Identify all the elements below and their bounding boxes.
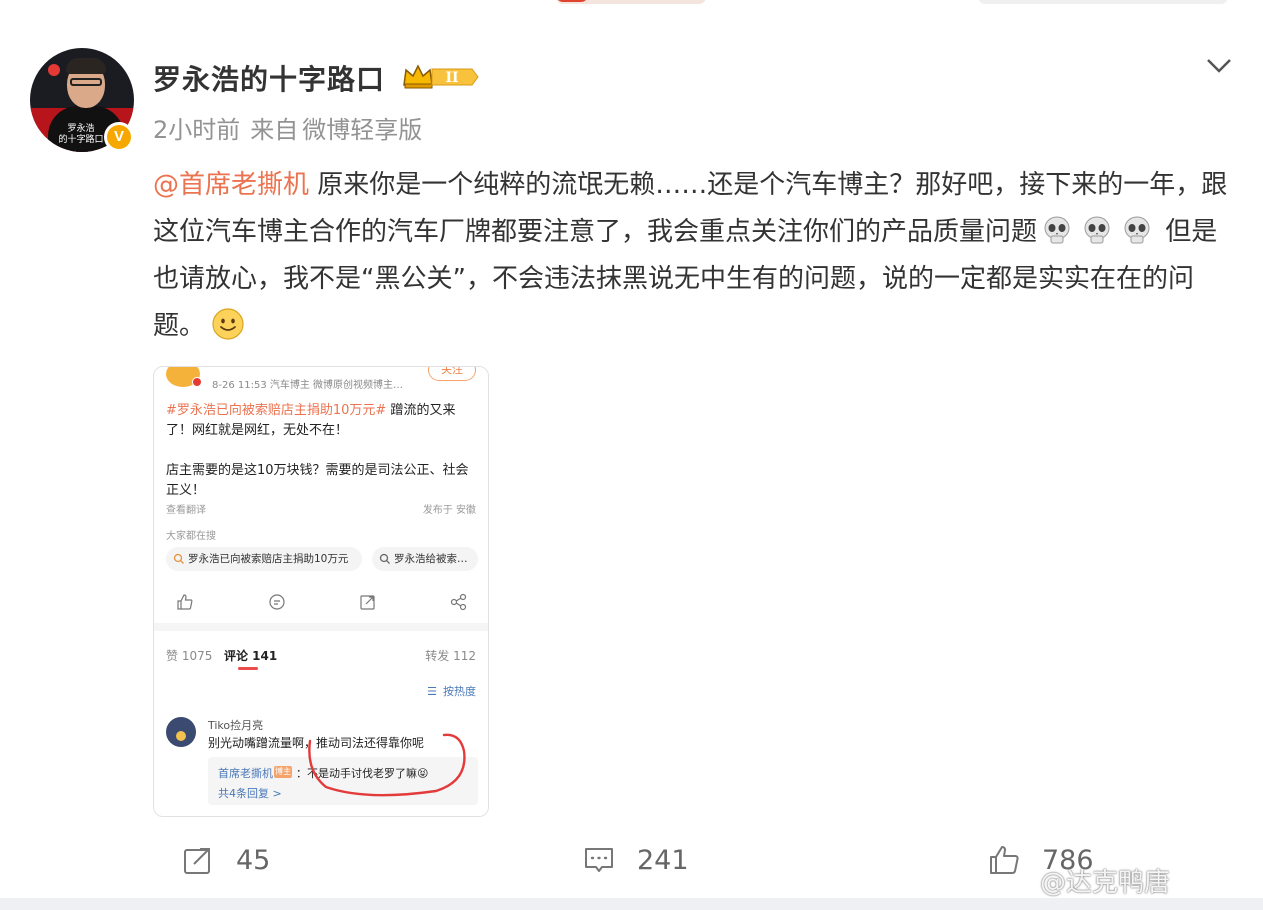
top-search-pill[interactable]: [978, 0, 1228, 4]
avatar-moon-icon: [176, 731, 186, 741]
thumbs-up-icon: [990, 846, 1019, 874]
embedded-tab-likes: 赞 1075: [166, 649, 213, 663]
embedded-sort-label: 按热度: [443, 685, 476, 698]
embedded-reply-author: 首席老撕机: [218, 767, 273, 780]
skull-emoji-icon: [1124, 216, 1150, 244]
embedded-screenshot[interactable]: 8-26 11:53 汽车博主 微博原创视频博主… 关注 #罗永浩已向被索赔店主…: [153, 366, 489, 817]
author-name[interactable]: 罗永浩的十字路口: [153, 58, 385, 98]
embedded-share-icon: [450, 593, 467, 611]
avatar-glasses: [70, 78, 102, 86]
embedded-comment-icon: [269, 594, 285, 610]
repost-count: 45: [236, 844, 271, 876]
embedded-tab-comments: 评论 141: [224, 649, 278, 663]
comment-button[interactable]: 241: [583, 836, 689, 884]
top-strip: [0, 0, 1263, 8]
embedded-trending-label: 大家都在搜: [166, 531, 216, 542]
embedded-like-icon: [177, 594, 193, 610]
chevron-down-icon[interactable]: [1205, 56, 1233, 76]
avatar-hair: [66, 58, 106, 74]
embedded-hashtag: #罗永浩已向被索赔店主捐助10万元#: [166, 403, 387, 418]
embedded-tab-reposts: 转发 112: [425, 649, 476, 663]
avatar-caption: 罗永浩 的十字路口: [58, 124, 104, 145]
weibo-watermark: @达克鸭唐: [1040, 868, 1171, 898]
crown-level-icon[interactable]: II: [402, 63, 480, 91]
bottom-bar: [0, 898, 1263, 910]
embedded-search-chip: 罗永浩给被索…: [372, 547, 478, 571]
embedded-commenter-name: Tiko捡月亮: [208, 719, 264, 732]
embedded-search-chip: 罗永浩已向被索赔店主捐助10万元: [166, 547, 362, 571]
verified-badge: V: [104, 122, 134, 152]
level-badge-text: II: [445, 70, 458, 86]
repost-button[interactable]: 45: [182, 836, 270, 884]
comment-icon: [585, 848, 613, 872]
search-icon: [379, 553, 390, 564]
search-icon: [173, 553, 184, 564]
embedded-verified-badge: [192, 377, 202, 387]
skull-emoji-icon: [1044, 216, 1070, 244]
embedded-post-body: #罗永浩已向被索赔店主捐助10万元# 蹭流的又来了！网红就是网红，无处不在！ 店…: [166, 401, 478, 501]
repost-icon: [184, 848, 210, 874]
embedded-location: 发布于 安徽: [422, 505, 476, 516]
embedded-translate-link: 查看翻译: [166, 505, 206, 516]
embedded-reply-tag: 博主: [274, 766, 292, 778]
embedded-chip-label: 罗永浩给被索…: [394, 553, 468, 565]
smile-emoji-icon: [212, 308, 244, 340]
embedded-divider: [154, 623, 488, 631]
embedded-tab-indicator: [238, 667, 258, 670]
avatar-brand-icon: [48, 64, 60, 76]
embedded-post-meta: 8-26 11:53 汽车博主 微博原创视频博主…: [212, 380, 404, 391]
embedded-follow-button: 关注: [428, 367, 476, 381]
embedded-chip-label: 罗永浩已向被索赔店主捐助10万元: [188, 553, 349, 565]
embedded-body-line-2: 店主需要的是这10万块钱？需要的是司法公正、社会正义！: [166, 463, 469, 498]
post-time: 2小时前: [153, 116, 241, 144]
embedded-repost-icon: [360, 595, 375, 610]
post-source-prefix: 来自: [250, 116, 299, 144]
post-source[interactable]: 微博轻享版: [302, 116, 422, 144]
comment-count: 241: [637, 844, 689, 876]
post-body: @首席老撕机 原来你是一个纯粹的流氓无赖……还是个汽车博主？那好吧，接下来的一年…: [153, 162, 1243, 350]
sort-icon: ☰: [427, 685, 437, 698]
mention-link[interactable]: @首席老撕机: [153, 170, 309, 200]
post-meta: 2小时前 来自 微博轻享版: [153, 110, 432, 145]
red-circle-annotation: [308, 733, 466, 797]
embedded-reply-more: 共4条回复 >: [218, 787, 282, 800]
skull-emoji-icon: [1084, 216, 1110, 244]
embedded-commenter-avatar: [166, 717, 196, 747]
embedded-sort: ☰ 按热度: [427, 683, 476, 699]
